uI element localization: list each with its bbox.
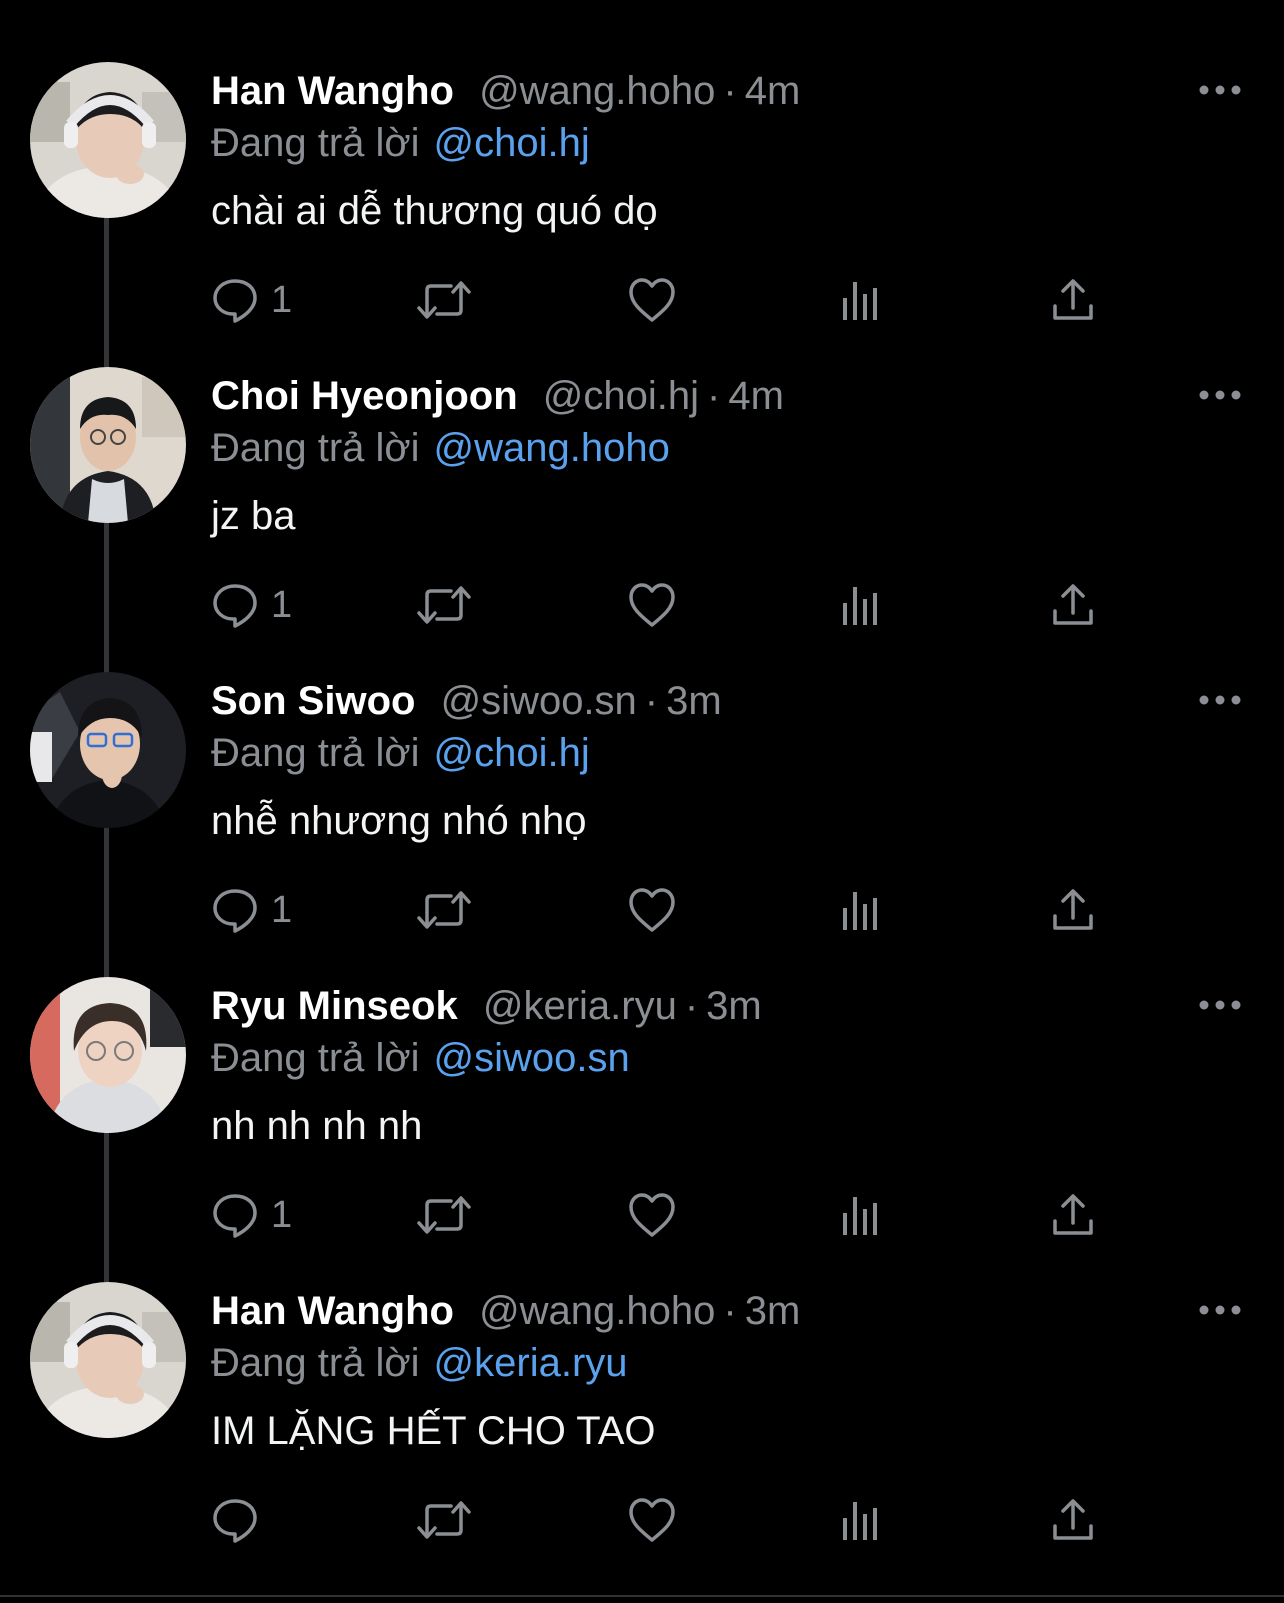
more-options-button[interactable] bbox=[1196, 1298, 1244, 1322]
share-button[interactable] bbox=[1051, 1492, 1095, 1548]
timestamp[interactable]: 3m bbox=[745, 1289, 801, 1333]
timestamp[interactable]: 4m bbox=[745, 69, 801, 113]
avatar[interactable] bbox=[30, 62, 186, 218]
views-button[interactable] bbox=[841, 1492, 881, 1548]
avatar-image bbox=[30, 977, 186, 1133]
mention-link[interactable]: @siwoo.sn bbox=[420, 1036, 630, 1080]
user-handle[interactable]: @siwoo.sn bbox=[427, 679, 637, 723]
tweet[interactable]: Han Wangho @wang.hoho · 4m Đang trả lời @ch… bbox=[0, 0, 1284, 323]
speech-bubble-icon bbox=[213, 1499, 257, 1543]
display-name[interactable]: Han Wangho bbox=[211, 69, 454, 113]
replying-to-label: Đang trả lời bbox=[211, 121, 420, 165]
tweet[interactable]: Son Siwoo @siwoo.sn · 3m Đang trả lời @choi… bbox=[0, 610, 1284, 933]
user-handle[interactable]: @wang.hoho bbox=[465, 1289, 715, 1333]
replying-to-label: Đang trả lời bbox=[211, 426, 420, 470]
retweet-arrows-icon bbox=[417, 1501, 471, 1539]
tweet-header: Han Wangho @wang.hoho · 3m bbox=[211, 1286, 800, 1336]
tweet-text: jz ba bbox=[211, 494, 296, 538]
three-dots-icon bbox=[1199, 390, 1241, 400]
avatar[interactable] bbox=[30, 367, 186, 523]
tweet-header: Ryu Minseok @keria.ryu · 3m bbox=[211, 981, 762, 1031]
avatar-image bbox=[30, 367, 186, 523]
replying-to-label: Đang trả lời bbox=[211, 731, 420, 775]
three-dots-icon bbox=[1199, 695, 1241, 705]
replying-to: Đang trả lời @siwoo.sn bbox=[211, 1033, 630, 1083]
tweet-text: nh nh nh nh bbox=[211, 1104, 423, 1148]
more-options-button[interactable] bbox=[1196, 993, 1244, 1017]
mention-link[interactable]: @choi.hj bbox=[420, 121, 590, 165]
replying-to: Đang trả lời @choi.hj bbox=[211, 728, 590, 778]
three-dots-icon bbox=[1199, 1305, 1241, 1315]
separator-dot: · bbox=[707, 374, 721, 418]
separator-dot: · bbox=[684, 984, 699, 1028]
tweet[interactable]: Han Wangho @wang.hoho · 3m Đang trả lời @ke… bbox=[0, 1220, 1284, 1543]
replying-to-label: Đang trả lời bbox=[211, 1341, 420, 1385]
divider bbox=[0, 1595, 1284, 1597]
avatar[interactable] bbox=[30, 1282, 186, 1438]
avatar-image bbox=[30, 62, 186, 218]
tweet-text: IM LẶNG HẾT CHO TAO bbox=[211, 1409, 656, 1453]
replying-to: Đang trả lời @choi.hj bbox=[211, 118, 590, 168]
tweet-header: Choi Hyeonjoon @choi.hj · 4m bbox=[211, 371, 784, 421]
three-dots-icon bbox=[1199, 1000, 1241, 1010]
mention-link[interactable]: @keria.ryu bbox=[420, 1341, 628, 1385]
separator-dot: · bbox=[644, 679, 659, 723]
avatar-image bbox=[30, 1282, 186, 1438]
more-options-button[interactable] bbox=[1196, 78, 1244, 102]
tweet-text: nhễ nhương nhó nhọ bbox=[211, 799, 587, 843]
timestamp[interactable]: 4m bbox=[728, 374, 784, 418]
action-bar bbox=[211, 1492, 1111, 1548]
more-options-button[interactable] bbox=[1196, 688, 1244, 712]
more-options-button[interactable] bbox=[1196, 383, 1244, 407]
timestamp[interactable]: 3m bbox=[706, 984, 762, 1028]
display-name[interactable]: Son Siwoo bbox=[211, 679, 415, 723]
like-button[interactable] bbox=[627, 1492, 677, 1548]
display-name[interactable]: Ryu Minseok bbox=[211, 984, 458, 1028]
avatar[interactable] bbox=[30, 672, 186, 828]
replying-to-label: Đang trả lời bbox=[211, 1036, 420, 1080]
tweet[interactable]: Choi Hyeonjoon @choi.hj · 4m Đang trả lời @… bbox=[0, 305, 1284, 628]
tweet[interactable]: Ryu Minseok @keria.ryu · 3m Đang trả lời @s… bbox=[0, 915, 1284, 1238]
bar-chart-icon bbox=[843, 1502, 877, 1540]
retweet-button[interactable] bbox=[415, 1492, 473, 1548]
avatar-image bbox=[30, 672, 186, 828]
reply-button[interactable] bbox=[211, 1492, 271, 1548]
user-handle[interactable]: @choi.hj bbox=[529, 374, 699, 418]
three-dots-icon bbox=[1199, 85, 1241, 95]
separator-dot: · bbox=[723, 69, 737, 113]
tweet-header: Han Wangho @wang.hoho · 4m bbox=[211, 66, 800, 116]
mention-link[interactable]: @choi.hj bbox=[420, 731, 590, 775]
user-handle[interactable]: @keria.ryu bbox=[469, 984, 677, 1028]
avatar[interactable] bbox=[30, 977, 186, 1133]
separator-dot: · bbox=[723, 1289, 737, 1333]
timestamp[interactable]: 3m bbox=[666, 679, 722, 723]
display-name[interactable]: Han Wangho bbox=[211, 1289, 454, 1333]
tweet-text: chài ai dễ thương quó dọ bbox=[211, 189, 658, 233]
user-handle[interactable]: @wang.hoho bbox=[465, 69, 715, 113]
reply-thread: Han Wangho @wang.hoho · 4m Đang trả lời @ch… bbox=[0, 0, 1284, 1603]
replying-to: Đang trả lời @wang.hoho bbox=[211, 423, 670, 473]
display-name[interactable]: Choi Hyeonjoon bbox=[211, 374, 518, 418]
tweet-header: Son Siwoo @siwoo.sn · 3m bbox=[211, 676, 722, 726]
upload-share-icon bbox=[1053, 1499, 1093, 1540]
replying-to: Đang trả lời @keria.ryu bbox=[211, 1338, 628, 1388]
heart-icon bbox=[629, 1498, 675, 1542]
mention-link[interactable]: @wang.hoho bbox=[420, 426, 670, 470]
